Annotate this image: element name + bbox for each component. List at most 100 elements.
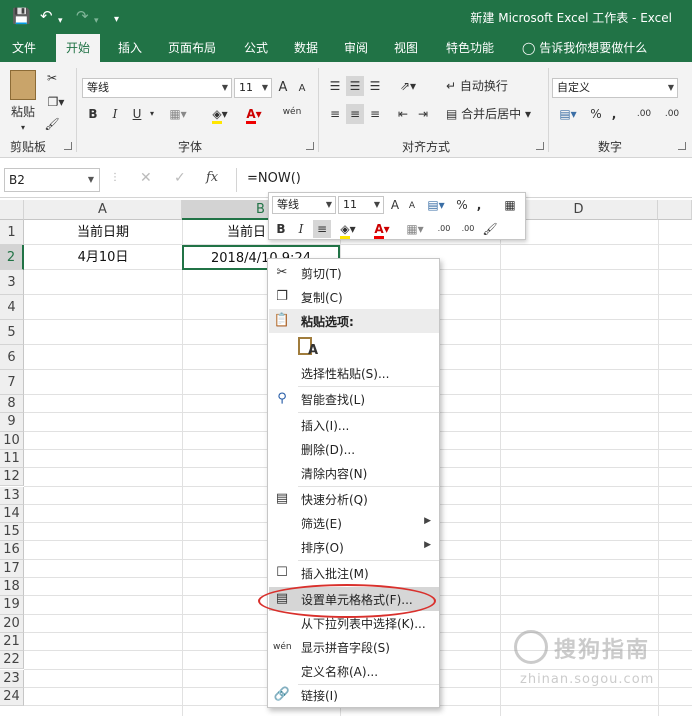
- decrease-indent-icon[interactable]: ⇤: [394, 104, 412, 124]
- mini-percent-button[interactable]: %: [455, 196, 469, 214]
- wrap-text-button[interactable]: ↵ 自动换行: [446, 76, 520, 96]
- row-header-14[interactable]: 14: [0, 504, 24, 524]
- align-top-icon[interactable]: ☰: [326, 76, 344, 96]
- name-box[interactable]: B2 ▼: [4, 168, 100, 192]
- enter-icon[interactable]: ✓: [174, 170, 186, 186]
- paste-icon[interactable]: [10, 70, 36, 100]
- row-header-9[interactable]: 9: [0, 413, 24, 432]
- borders-icon[interactable]: ▦▾: [166, 104, 190, 124]
- menu-item-cut[interactable]: ✂ 剪切(T): [269, 261, 439, 285]
- shrink-font-button[interactable]: A: [294, 79, 310, 99]
- row-header-8[interactable]: 8: [0, 395, 24, 414]
- row-header-5[interactable]: 5: [0, 320, 24, 345]
- row-header-20[interactable]: 20: [0, 614, 24, 633]
- font-name-combo[interactable]: 等线 ▼: [82, 78, 232, 98]
- row-header-3[interactable]: 3: [0, 270, 24, 295]
- tab-data[interactable]: 数据: [284, 34, 328, 62]
- increase-decimal-button[interactable]: .00: [632, 104, 656, 124]
- row-header-24[interactable]: 24: [0, 687, 24, 707]
- fill-color-icon[interactable]: ◈▾: [206, 104, 234, 124]
- row-header-11[interactable]: 11: [0, 449, 24, 469]
- menu-item-insert-comment[interactable]: ☐ 插入批注(M): [269, 561, 439, 585]
- tab-special[interactable]: 特色功能: [436, 34, 504, 62]
- row-header-7[interactable]: 7: [0, 370, 24, 395]
- row-header-10[interactable]: 10: [0, 431, 24, 450]
- paste-keep-text-icon[interactable]: A: [298, 337, 318, 359]
- accounting-format-icon[interactable]: ▤▾: [554, 104, 582, 124]
- tab-file[interactable]: 文件: [2, 34, 46, 62]
- menu-item-insert[interactable]: 插入(I)...: [269, 413, 439, 437]
- underline-dropdown-icon[interactable]: ▾: [146, 104, 158, 124]
- menu-item-copy[interactable]: ❐ 复制(C): [269, 285, 439, 309]
- mini-bold-button[interactable]: B: [273, 220, 289, 238]
- cancel-icon[interactable]: ✕: [140, 170, 152, 186]
- number-launcher-icon[interactable]: [678, 142, 686, 150]
- mini-grow-font-button[interactable]: A: [387, 196, 403, 214]
- menu-item-smart-lookup[interactable]: ⚲ 智能查找(L): [269, 387, 439, 411]
- undo-icon[interactable]: ↶: [40, 7, 53, 25]
- mini-font-size-combo[interactable]: 11 ▼: [338, 196, 384, 214]
- row-header-21[interactable]: 21: [0, 632, 24, 652]
- number-format-combo[interactable]: 自定义 ▼: [552, 78, 678, 98]
- font-size-combo[interactable]: 11 ▼: [234, 78, 272, 98]
- row-header-18[interactable]: 18: [0, 578, 24, 597]
- row-header-6[interactable]: 6: [0, 345, 24, 370]
- column-header-e[interactable]: [658, 200, 692, 220]
- cell-b1[interactable]: 当前日: [182, 220, 268, 246]
- formula-input[interactable]: =NOW(): [236, 168, 692, 192]
- row-header-22[interactable]: 22: [0, 651, 24, 670]
- menu-item-show-phonetic[interactable]: wén 显示拼音字段(S): [269, 635, 439, 659]
- align-middle-icon[interactable]: ☰: [346, 76, 364, 96]
- menu-item-sort[interactable]: 排序(O) ▶: [269, 535, 439, 559]
- select-all-corner[interactable]: [0, 200, 24, 220]
- tab-home[interactable]: 开始: [56, 34, 101, 62]
- bold-button[interactable]: B: [84, 104, 102, 124]
- percent-button[interactable]: %: [588, 104, 604, 124]
- menu-item-quick-analysis[interactable]: ▤ 快速分析(Q): [269, 487, 439, 511]
- orientation-icon[interactable]: ⇗▾: [394, 76, 422, 96]
- copy-icon[interactable]: ❐▾: [42, 92, 70, 112]
- align-center-icon[interactable]: ≡: [346, 104, 364, 124]
- increase-indent-icon[interactable]: ⇥: [414, 104, 432, 124]
- mini-font-name-combo[interactable]: 等线 ▼: [272, 196, 336, 214]
- alignment-launcher-icon[interactable]: [536, 142, 544, 150]
- row-header-16[interactable]: 16: [0, 541, 24, 560]
- row-header-23[interactable]: 23: [0, 669, 24, 688]
- font-color-icon[interactable]: A▾: [240, 104, 268, 124]
- mini-decrease-decimal-button[interactable]: .00: [457, 220, 479, 238]
- align-right-icon[interactable]: ≡: [366, 104, 384, 124]
- mini-shrink-font-button[interactable]: A: [405, 197, 419, 215]
- italic-button[interactable]: I: [106, 104, 124, 124]
- mini-font-color-icon[interactable]: A▾: [367, 220, 397, 239]
- tab-formulas[interactable]: 公式: [234, 34, 278, 62]
- mini-align-center-icon[interactable]: ≡: [313, 220, 331, 238]
- menu-item-define-name[interactable]: 定义名称(A)...: [269, 659, 439, 683]
- cell-a2[interactable]: 4月10日: [24, 246, 182, 270]
- decrease-decimal-button[interactable]: .00: [660, 104, 684, 124]
- row-header-19[interactable]: 19: [0, 596, 24, 615]
- save-icon[interactable]: 💾: [12, 7, 31, 25]
- row-header-4[interactable]: 4: [0, 295, 24, 320]
- row-header-12[interactable]: 12: [0, 468, 24, 487]
- cut-icon[interactable]: ✂: [42, 68, 62, 88]
- menu-item-link[interactable]: 🔗 链接(I): [269, 683, 439, 707]
- mini-borders-icon[interactable]: ▦▾: [401, 220, 429, 238]
- menu-item-delete[interactable]: 删除(D)...: [269, 437, 439, 461]
- paste-dropdown-icon[interactable]: ▾: [6, 118, 40, 138]
- comma-button[interactable]: ,: [608, 104, 620, 124]
- align-bottom-icon[interactable]: ☰: [366, 76, 384, 96]
- menu-item-filter[interactable]: 筛选(E) ▶: [269, 511, 439, 535]
- insert-function-button[interactable]: fx: [206, 170, 218, 185]
- mini-accounting-icon[interactable]: ▤▾: [421, 196, 451, 214]
- tab-insert[interactable]: 插入: [108, 34, 152, 62]
- tab-review[interactable]: 审阅: [334, 34, 378, 62]
- column-header-a[interactable]: A: [24, 200, 182, 220]
- mini-italic-button[interactable]: I: [293, 220, 309, 238]
- menu-item-clear-contents[interactable]: 清除内容(N): [269, 461, 439, 485]
- customize-qat-icon[interactable]: ▾: [114, 11, 119, 29]
- row-header-15[interactable]: 15: [0, 523, 24, 542]
- row-header-17[interactable]: 17: [0, 559, 24, 578]
- tab-view[interactable]: 视图: [384, 34, 428, 62]
- font-launcher-icon[interactable]: [306, 142, 314, 150]
- mini-format-painter-icon[interactable]: 🖌: [481, 220, 499, 238]
